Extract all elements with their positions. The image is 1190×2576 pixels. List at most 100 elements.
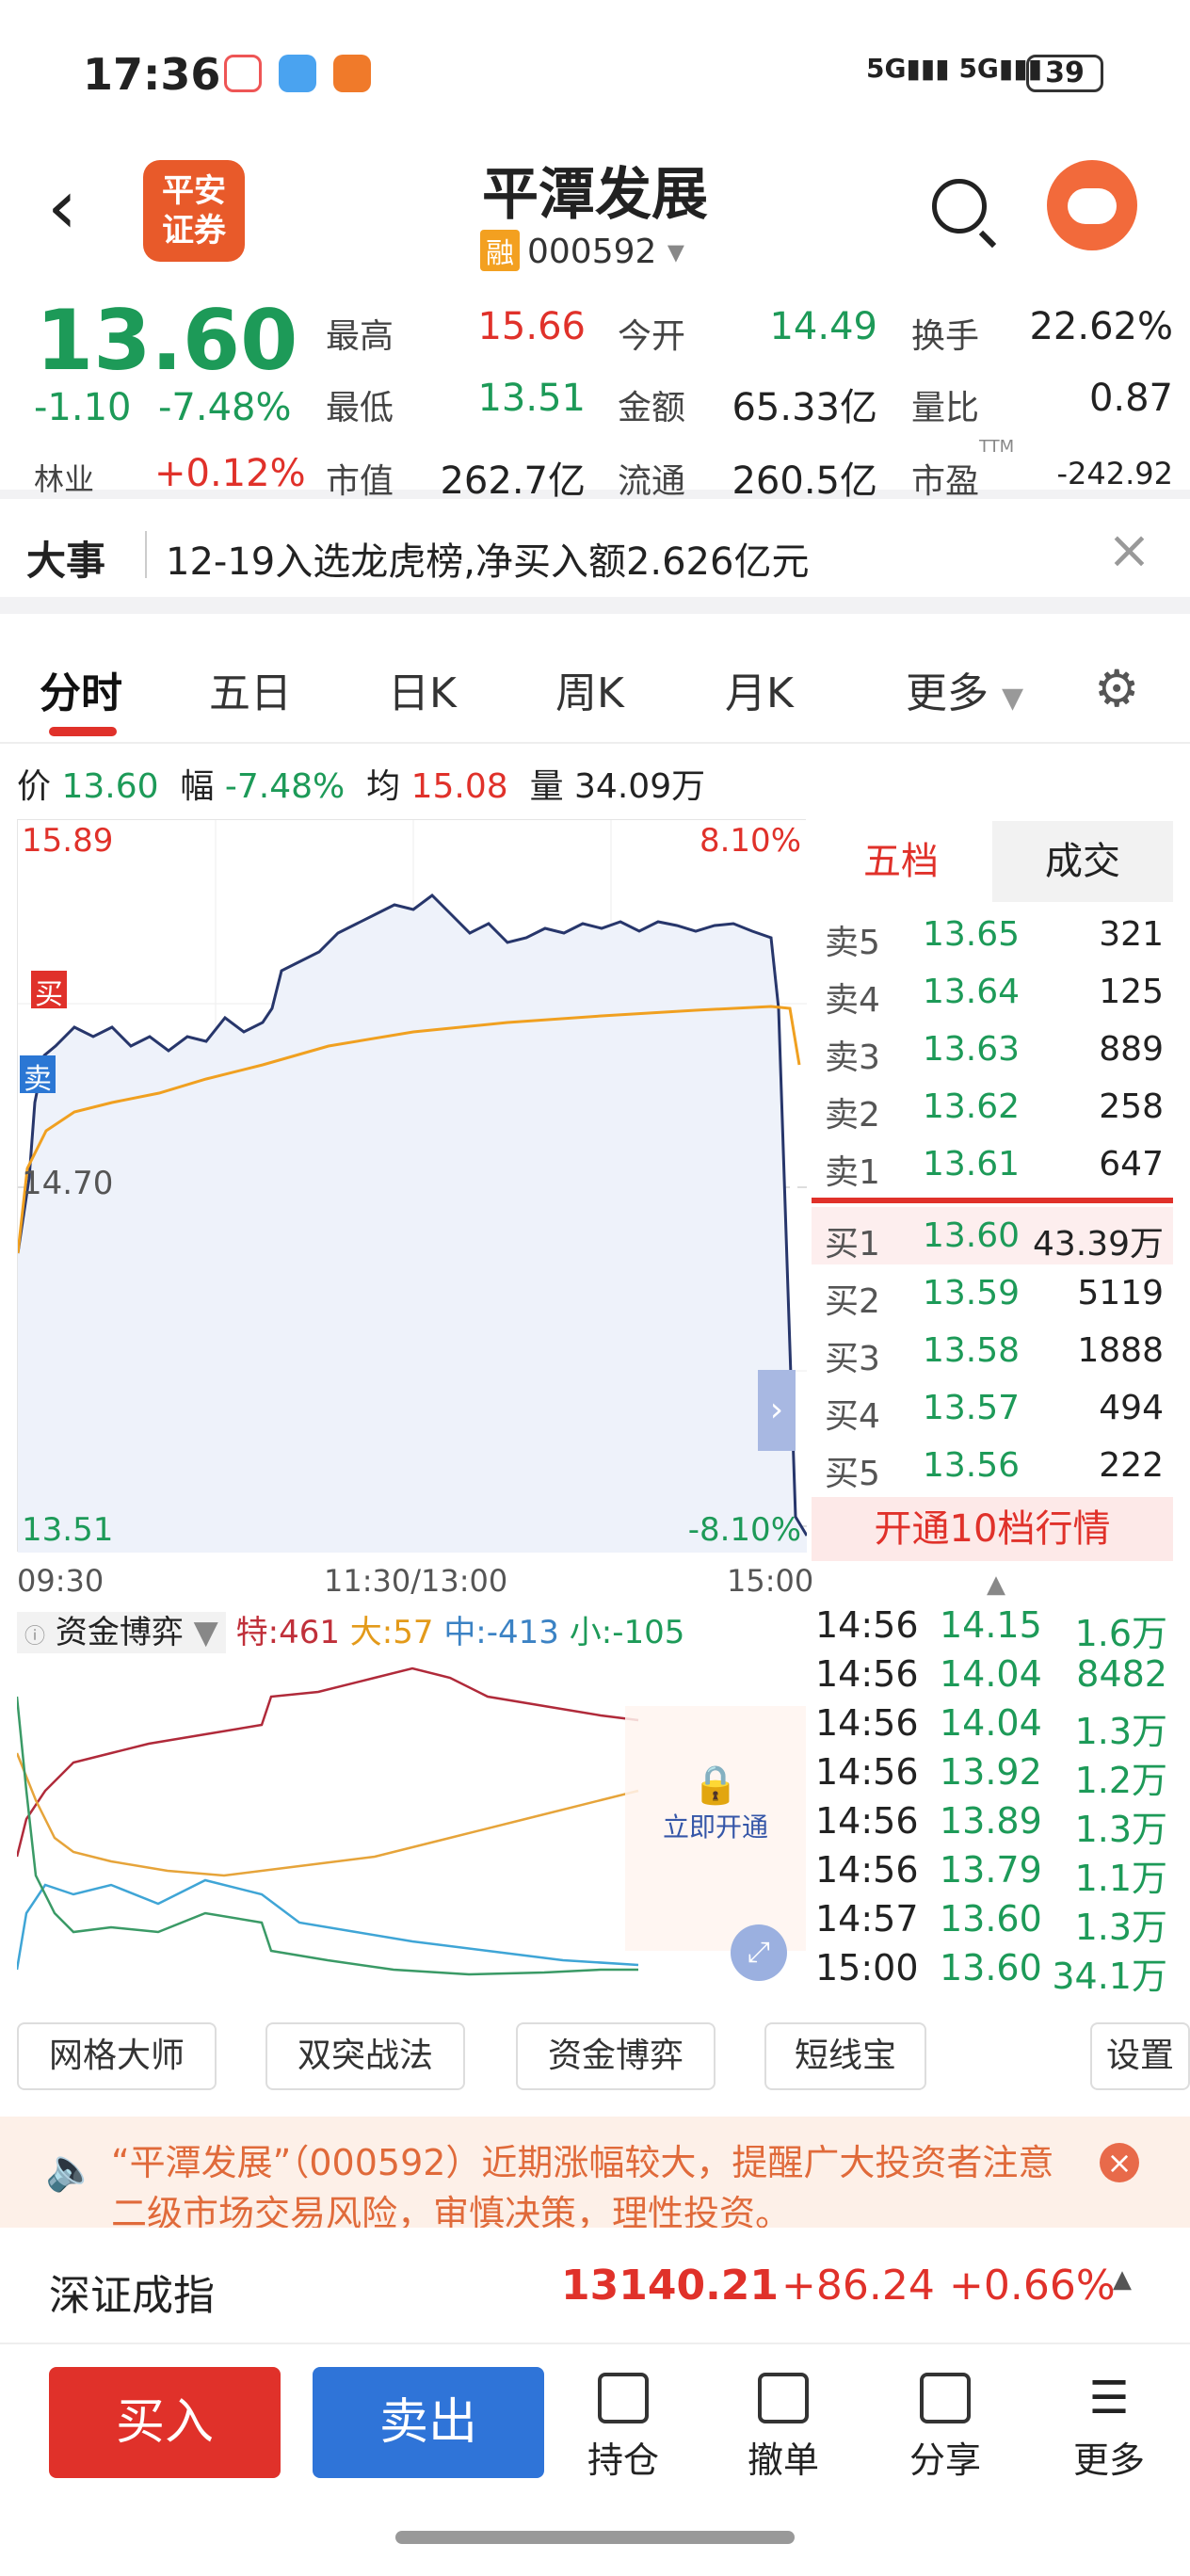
assistant-avatar[interactable]: [1047, 160, 1137, 250]
index-name: 深证成指: [49, 2272, 215, 2320]
tab-intraday[interactable]: 分时: [40, 659, 122, 719]
time-mid: 11:30/13:00: [324, 1563, 508, 1599]
news-text[interactable]: 12-19入选龙虎榜,净买入额2.626亿元: [166, 531, 809, 586]
chevron-up-icon[interactable]: ▲: [987, 1570, 1005, 1599]
bid-row: 买4 13.57 494: [825, 1389, 1164, 1436]
ask-row: 卖1 13.61 647: [825, 1145, 1164, 1192]
buy-marker[interactable]: 买: [31, 971, 67, 1011]
sell-marker[interactable]: 卖: [20, 1055, 56, 1096]
upgrade-level10-button[interactable]: 开通10档行情: [812, 1497, 1173, 1561]
status-bar: 17:36 5G▮▮▮ 5G▮▮▮ 39: [0, 0, 1190, 141]
tick-row: 14:57 13.60 1.3万: [815, 1898, 1167, 1948]
price-change-pct: -7.48%: [158, 386, 292, 429]
price-value: 13.60: [61, 767, 159, 806]
bid-row: 买2 13.59 5119: [825, 1274, 1164, 1321]
chart-top-pct: 8.10%: [699, 822, 801, 860]
gear-icon[interactable]: ⚙: [1094, 659, 1139, 718]
tab-five-levels[interactable]: 五档: [812, 821, 990, 902]
intraday-chart-svg: [18, 820, 807, 1553]
signal-icon: 5G▮▮▮ 5G▮▮▮: [866, 53, 1043, 84]
range-label: 幅: [180, 767, 215, 806]
chevron-down-icon: ▼: [193, 1614, 218, 1651]
ask-row: 卖4 13.64 125: [825, 973, 1164, 1020]
low-value: 13.51: [477, 377, 586, 420]
index-ticker[interactable]: 深证成指 13140.21 +86.24 +0.66% ▲: [0, 2228, 1190, 2344]
warning-text: “平潭发展”（000592）近期涨幅较大，提醒广大投资者注意二级市场交易风险，审…: [111, 2142, 1054, 2228]
tab-trades[interactable]: 成交: [992, 821, 1173, 902]
open-label: 今开: [618, 317, 686, 356]
page-title: 平潭发展: [482, 162, 708, 228]
tab-five-day[interactable]: 五日: [209, 659, 292, 719]
spread-divider: [812, 1198, 1173, 1203]
share-button[interactable]: 分享: [889, 2373, 1002, 2483]
cancel-order-button[interactable]: 撤单: [727, 2373, 840, 2483]
lock-icon: 🔒: [692, 1763, 739, 1807]
tick-row: 14:56 14.04 8482: [815, 1653, 1167, 1695]
tab-weekly-k[interactable]: 周K: [555, 659, 624, 719]
tick-row: 14:56 13.92 1.2万: [815, 1751, 1167, 1801]
tick-row: 14:56 13.79 1.1万: [815, 1849, 1167, 1899]
buy-button[interactable]: 买入: [49, 2367, 281, 2478]
flow-te: 特:461: [235, 1614, 340, 1651]
turnover-value: 22.62%: [1029, 305, 1173, 348]
stock-header: ‹ 平安 证券 平潭发展 融 000592 ▾: [0, 141, 1190, 282]
locked-overlay[interactable]: 🔒 立即开通: [625, 1706, 806, 1951]
tab-daily-k[interactable]: 日K: [388, 659, 457, 719]
expand-icon[interactable]: ⤢: [731, 1924, 787, 1981]
float-cap-label: 流通: [618, 462, 686, 501]
tool-double-break[interactable]: 双突战法: [265, 2022, 465, 2090]
undo-icon: [758, 2373, 809, 2423]
fund-flow-chart: 🔒 立即开通 ⤢: [15, 1650, 806, 1998]
ask-row: 卖5 13.65 321: [825, 915, 1164, 962]
sector-pct: +0.12%: [154, 452, 306, 495]
close-icon[interactable]: ×: [1107, 520, 1151, 581]
chevron-up-icon[interactable]: ▲: [1113, 2265, 1132, 2294]
flow-xiao: 小:-105: [569, 1614, 685, 1651]
avg-label: 均: [366, 767, 401, 806]
tool-grid-master[interactable]: 网格大师: [17, 2022, 217, 2090]
news-bar[interactable]: 大事 12-19入选龙虎榜,净买入额2.626亿元 ×: [0, 499, 1190, 614]
fund-flow-selector[interactable]: ⓘ 资金博弈 ▼: [17, 1612, 226, 1653]
turnover-label: 换手: [911, 317, 980, 356]
tick-row: 14:56 14.15 1.6万: [815, 1604, 1167, 1654]
chevron-down-icon: ▾: [667, 233, 684, 271]
volume-ratio-value: 0.87: [1088, 377, 1173, 420]
tab-more[interactable]: 更多 ▼: [906, 659, 1023, 719]
tick-row: 14:56 13.89 1.3万: [815, 1800, 1167, 1850]
time-start: 09:30: [17, 1563, 105, 1599]
amount-label: 金额: [618, 389, 686, 427]
info-icon: ⓘ: [24, 1625, 46, 1649]
amount-value: 65.33亿: [732, 386, 877, 429]
holdings-button[interactable]: 持仓: [567, 2373, 680, 2483]
bottom-bar: 买入 卖出 持仓 撤单 分享 ☰ 更多: [0, 2344, 1190, 2504]
tick-row: 14:56 14.04 1.3万: [815, 1702, 1167, 1752]
tool-settings[interactable]: 设置: [1090, 2022, 1190, 2090]
chevron-right-icon[interactable]: ›: [758, 1370, 796, 1451]
intraday-chart[interactable]: 15.89 8.10% 14.70 13.51 -8.10% 买 卖 ›: [17, 819, 807, 1553]
quote-panel: 13.60 -1.10 -7.48% 林业 +0.12% 最高 15.66 今开…: [0, 282, 1190, 503]
sell-button[interactable]: 卖出: [313, 2367, 544, 2478]
price-label: 价: [17, 767, 52, 806]
active-tab-indicator: [49, 727, 117, 736]
chart-tabs: 分时 五日 日K 周K 月K 更多 ▼ ⚙: [0, 631, 1190, 744]
volume-ratio-label: 量比: [911, 389, 980, 427]
high-label: 最高: [326, 317, 394, 356]
more-button[interactable]: ☰ 更多: [1053, 2373, 1166, 2483]
chart-top-price: 15.89: [22, 822, 114, 860]
time-end: 15:00: [727, 1563, 814, 1599]
search-icon[interactable]: [932, 179, 987, 233]
index-pct: +0.66%: [949, 2262, 1116, 2310]
flow-zhong: 中:-413: [443, 1614, 559, 1651]
stock-code-selector[interactable]: 融 000592 ▾: [480, 230, 684, 271]
speaker-icon: 🔈: [45, 2146, 97, 2194]
tab-monthly-k[interactable]: 月K: [725, 659, 794, 719]
sector-name[interactable]: 林业: [34, 456, 94, 499]
close-icon[interactable]: ×: [1100, 2143, 1139, 2182]
index-change: +86.24: [781, 2262, 935, 2310]
battery-icon: 39: [1026, 55, 1103, 92]
flow-da: 大:57: [349, 1614, 434, 1651]
risk-warning: 🔈 “平潭发展”（000592）近期涨幅较大，提醒广大投资者注意二级市场交易风险…: [0, 2117, 1190, 2228]
unlock-button[interactable]: 立即开通: [625, 1807, 806, 1844]
tool-short-term[interactable]: 短线宝: [764, 2022, 926, 2090]
tool-fund-flow[interactable]: 资金博弈: [516, 2022, 716, 2090]
